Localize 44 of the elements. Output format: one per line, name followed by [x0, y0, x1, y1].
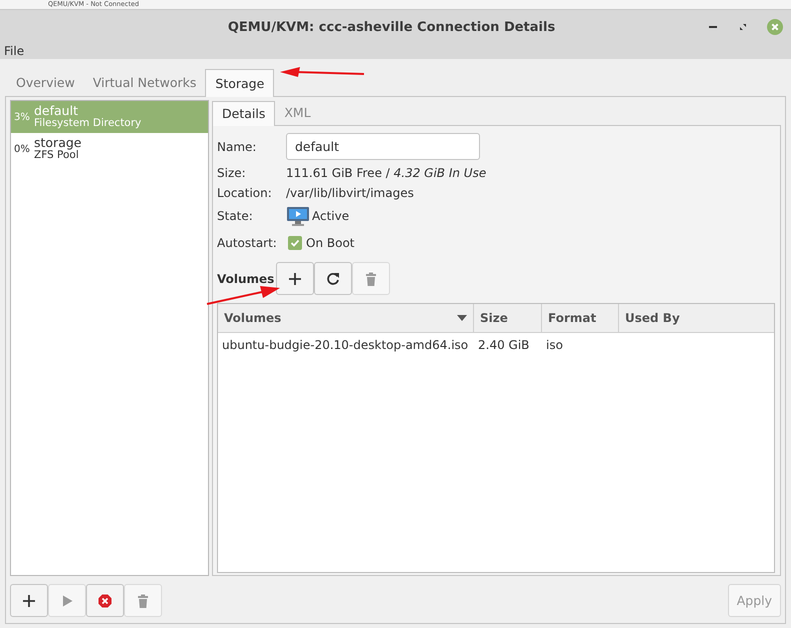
plus-icon: [288, 272, 302, 286]
plus-button[interactable]: [276, 262, 314, 295]
field-label: State:: [217, 209, 253, 223]
stop-icon: [98, 594, 112, 608]
window-title: QEMU/KVM: ccc-asheville Connection Details: [228, 20, 556, 34]
plus-button[interactable]: [10, 584, 48, 617]
pool-type: ZFS Pool: [34, 149, 79, 162]
menu-item[interactable]: File: [4, 44, 24, 58]
plus-icon: [22, 594, 36, 608]
trash-icon: [364, 272, 378, 286]
trash-icon: [136, 594, 150, 608]
pool-name: storage: [34, 136, 82, 149]
state-value: Active: [312, 209, 350, 223]
monitor-icon: [286, 206, 310, 226]
pool-type: Filesystem Directory: [34, 117, 142, 130]
tab[interactable]: Details: [212, 101, 276, 126]
close-icon[interactable]: [767, 19, 784, 35]
size-value: 111.61 GiB Free / 4.32 GiB In Use: [286, 166, 486, 180]
usage-percent: 3%: [14, 112, 31, 122]
field-label: Location:: [217, 186, 272, 200]
usage-percent: 0%: [14, 144, 31, 154]
location-value: /var/lib/libvirt/images: [286, 186, 414, 200]
column-header[interactable]: Used By: [619, 304, 774, 332]
autostart-checkbox[interactable]: [288, 236, 302, 250]
tab[interactable]: Virtual Networks: [84, 70, 206, 96]
section-label: Volumes: [217, 272, 274, 286]
pool-name: default: [34, 104, 79, 117]
tab[interactable]: Overview: [7, 70, 84, 96]
play-icon: [60, 594, 74, 608]
stop-button[interactable]: [86, 584, 124, 617]
table-cell-text: ubuntu-budgie-20.10-desktop-amd64.iso: [221, 338, 470, 352]
refresh-icon: [326, 272, 340, 286]
table-cell-text: iso: [545, 338, 564, 352]
column-header[interactable]: Size: [474, 304, 542, 332]
column-header[interactable]: Format: [542, 304, 619, 332]
autostart-label: On Boot: [306, 236, 354, 250]
field-label: Autostart:: [217, 236, 277, 250]
column-header[interactable]: Volumes: [218, 304, 474, 332]
refresh-button[interactable]: [314, 262, 352, 295]
field-label: Size:: [217, 166, 246, 180]
tab[interactable]: Storage: [205, 69, 274, 97]
name-field[interactable]: default: [286, 133, 480, 160]
table-cell-text: 2.40 GiB: [477, 338, 530, 352]
field-label: Name:: [217, 140, 256, 154]
